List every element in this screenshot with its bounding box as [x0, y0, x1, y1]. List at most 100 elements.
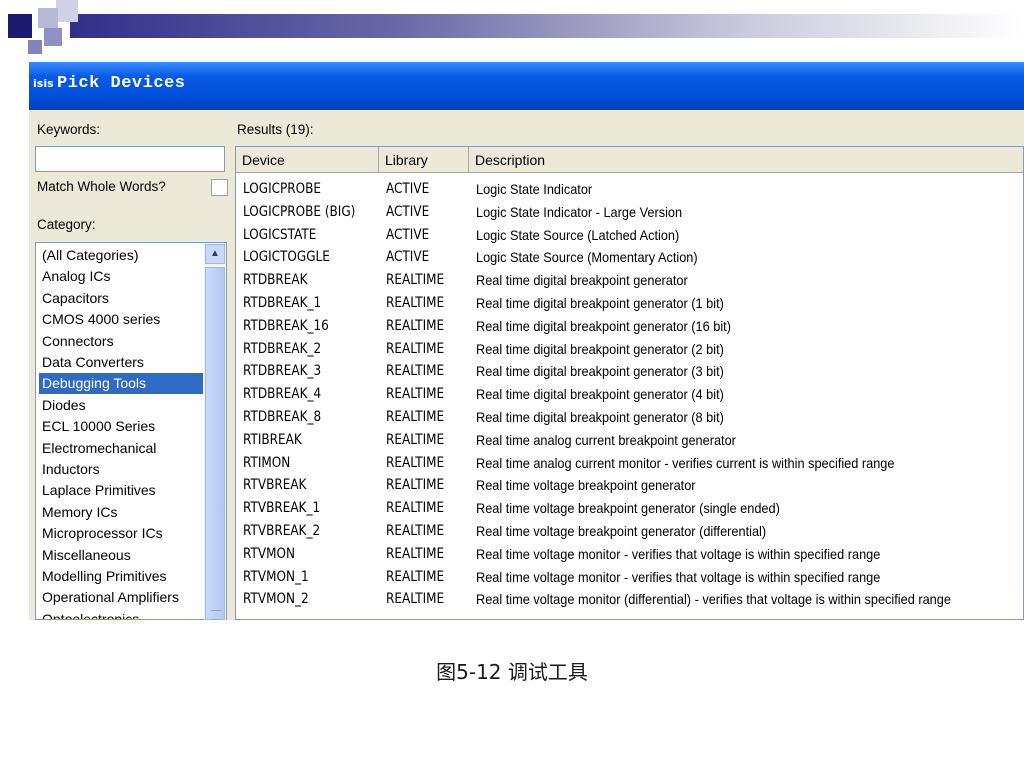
slide-header-decoration — [0, 0, 1024, 64]
table-row[interactable]: RTDBREAK_16 REALTIME Real time digital bre… — [236, 315, 1023, 337]
library-cell: REALTIME — [386, 363, 445, 380]
category-item[interactable]: Modelling Primitives — [39, 566, 169, 587]
deco-square — [8, 14, 32, 38]
chevron-up-icon: ▲ — [210, 248, 220, 259]
table-row[interactable]: RTDBREAK_4 REALTIME Real time digital brea… — [236, 383, 1023, 405]
category-item[interactable]: Electromechanical — [39, 438, 159, 459]
description-cell: Real time digital breakpoint generator (… — [476, 295, 724, 311]
scroll-thumb[interactable] — [205, 267, 225, 620]
description-cell: Logic State Source (Latched Action) — [476, 226, 680, 243]
description-cell: Real time digital breakpoint generator (… — [476, 409, 724, 425]
category-item[interactable]: Connectors — [39, 331, 117, 352]
category-item[interactable]: Analog ICs — [39, 266, 113, 287]
table-row[interactable]: RTVMON_2 REALTIME Real time voltage monito… — [236, 588, 1023, 610]
deco-square — [44, 28, 62, 46]
device-cell: RTVMON — [243, 545, 295, 562]
description-cell: Logic State Source (Momentary Action) — [476, 249, 698, 266]
column-header-description[interactable]: Description — [469, 147, 1023, 173]
category-item[interactable]: Miscellaneous — [39, 545, 134, 566]
category-item[interactable]: Debugging Tools — [39, 373, 203, 395]
category-scrollbar[interactable]: ▲ — [204, 243, 226, 620]
category-item[interactable]: (All Categories) — [39, 245, 141, 266]
device-cell: RTVBREAK — [243, 477, 307, 494]
table-row[interactable]: RTVBREAK_2 REALTIME Real time voltage brea… — [236, 520, 1023, 542]
category-list[interactable]: (All Categories) Analog ICs Capacitors CMOS… — [35, 242, 227, 620]
table-row[interactable]: LOGICPROBE ACTIVE Logic State Indicator — [236, 178, 1023, 200]
device-cell: LOGICPROBE — [243, 181, 322, 197]
deco-square — [56, 0, 78, 22]
table-row[interactable]: RTIMON REALTIME Real time analog current m… — [236, 452, 1023, 474]
category-item[interactable]: Capacitors — [39, 288, 112, 309]
device-cell: RTIBREAK — [243, 431, 302, 448]
library-cell: REALTIME — [386, 386, 445, 403]
device-cell: RTVBREAK_1 — [243, 500, 321, 517]
dialog-title: Pick Devices — [57, 74, 186, 93]
description-cell: Logic State Indicator — [476, 181, 593, 197]
table-row[interactable]: RTDBREAK REALTIME Real time digital breakp… — [236, 269, 1023, 291]
library-cell: REALTIME — [386, 500, 445, 517]
keywords-input[interactable] — [35, 146, 225, 172]
scroll-up-button[interactable]: ▲ — [205, 244, 225, 264]
library-cell: REALTIME — [386, 295, 445, 311]
table-row[interactable]: RTDBREAK_3 REALTIME Real time digital brea… — [236, 360, 1023, 382]
table-row[interactable]: RTDBREAK_8 REALTIME Real time digital brea… — [236, 406, 1023, 428]
table-row[interactable]: RTDBREAK_1 REALTIME Real time digital brea… — [236, 292, 1023, 314]
table-row[interactable]: LOGICSTATE ACTIVE Logic State Source (Latc… — [236, 224, 1023, 246]
description-cell: Logic State Indicator - Large Version — [476, 203, 683, 220]
library-cell: REALTIME — [386, 545, 445, 562]
description-cell: Real time digital breakpoint generator (… — [476, 317, 731, 334]
table-row[interactable]: RTVMON_1 REALTIME Real time voltage monito… — [236, 566, 1023, 588]
figure-caption: 图5-12 调试工具 — [436, 660, 588, 684]
library-cell: REALTIME — [386, 317, 445, 334]
description-cell: Real time analog current monitor - verif… — [476, 454, 895, 471]
device-cell: RTVMON_1 — [243, 568, 309, 585]
pick-devices-dialog: isis Pick Devices Keywords: Match Whole … — [29, 62, 1024, 620]
category-item[interactable]: Laplace Primitives — [39, 480, 159, 501]
description-cell: Real time voltage breakpoint generator (… — [476, 500, 780, 517]
library-cell: REALTIME — [386, 568, 445, 585]
table-row[interactable]: LOGICTOGGLE ACTIVE Logic State Source (Mom… — [236, 246, 1023, 268]
device-cell: RTVMON_2 — [243, 591, 309, 608]
description-cell: Real time voltage breakpoint generator — [476, 477, 696, 494]
table-row[interactable]: RTVMON REALTIME Real time voltage monitor … — [236, 543, 1023, 565]
deco-square — [28, 40, 42, 54]
isis-app-icon: isis — [33, 77, 54, 90]
category-item[interactable]: Data Converters — [39, 352, 147, 373]
match-whole-words-checkbox[interactable] — [211, 179, 228, 196]
category-item[interactable]: ECL 10000 Series — [39, 416, 158, 437]
table-row[interactable]: LOGICPROBE (BIG) ACTIVE Logic State Indica… — [236, 201, 1023, 223]
device-cell: RTDBREAK_16 — [243, 317, 329, 334]
library-cell: ACTIVE — [386, 226, 430, 243]
device-cell: LOGICSTATE — [243, 226, 317, 243]
description-cell: Real time digital breakpoint generator (… — [476, 340, 724, 357]
device-cell: RTVBREAK_2 — [243, 523, 321, 539]
title-bar[interactable]: isis Pick Devices — [29, 62, 1024, 110]
category-label: Category: — [37, 217, 96, 232]
category-item[interactable]: CMOS 4000 series — [39, 309, 163, 330]
table-row[interactable]: RTVBREAK_1 REALTIME Real time voltage brea… — [236, 497, 1023, 519]
device-cell: RTDBREAK — [243, 272, 308, 289]
library-cell: REALTIME — [386, 454, 445, 471]
column-header-device[interactable]: Device — [236, 147, 379, 173]
device-cell: LOGICTOGGLE — [243, 249, 330, 266]
scroll-grip-icon — [211, 610, 221, 620]
table-row[interactable]: RTVBREAK REALTIME Real time voltage breakp… — [236, 474, 1023, 496]
keywords-label: Keywords: — [37, 122, 101, 137]
category-item[interactable]: Memory ICs — [39, 502, 120, 523]
category-item[interactable]: Optoelectronics — [39, 609, 142, 619]
device-cell: RTDBREAK_8 — [243, 409, 322, 425]
device-cell: RTDBREAK_2 — [243, 340, 322, 357]
category-item[interactable]: Inductors — [39, 459, 103, 480]
results-label: Results (19): — [237, 122, 314, 137]
column-header-library[interactable]: Library — [379, 147, 469, 173]
device-cell: RTDBREAK_4 — [243, 386, 322, 403]
table-row[interactable]: RTDBREAK_2 REALTIME Real time digital brea… — [236, 338, 1023, 360]
device-cell: LOGICPROBE (BIG) — [243, 203, 356, 220]
description-cell: Real time digital breakpoint generator (… — [476, 386, 724, 403]
category-item[interactable]: Operational Amplifiers — [39, 587, 182, 608]
library-cell: REALTIME — [386, 477, 445, 494]
category-item[interactable]: Microprocessor ICs — [39, 523, 166, 544]
table-row[interactable]: RTIBREAK REALTIME Real time analog current… — [236, 429, 1023, 451]
description-cell: Real time digital breakpoint generator (… — [476, 363, 724, 380]
category-item[interactable]: Diodes — [39, 395, 89, 416]
